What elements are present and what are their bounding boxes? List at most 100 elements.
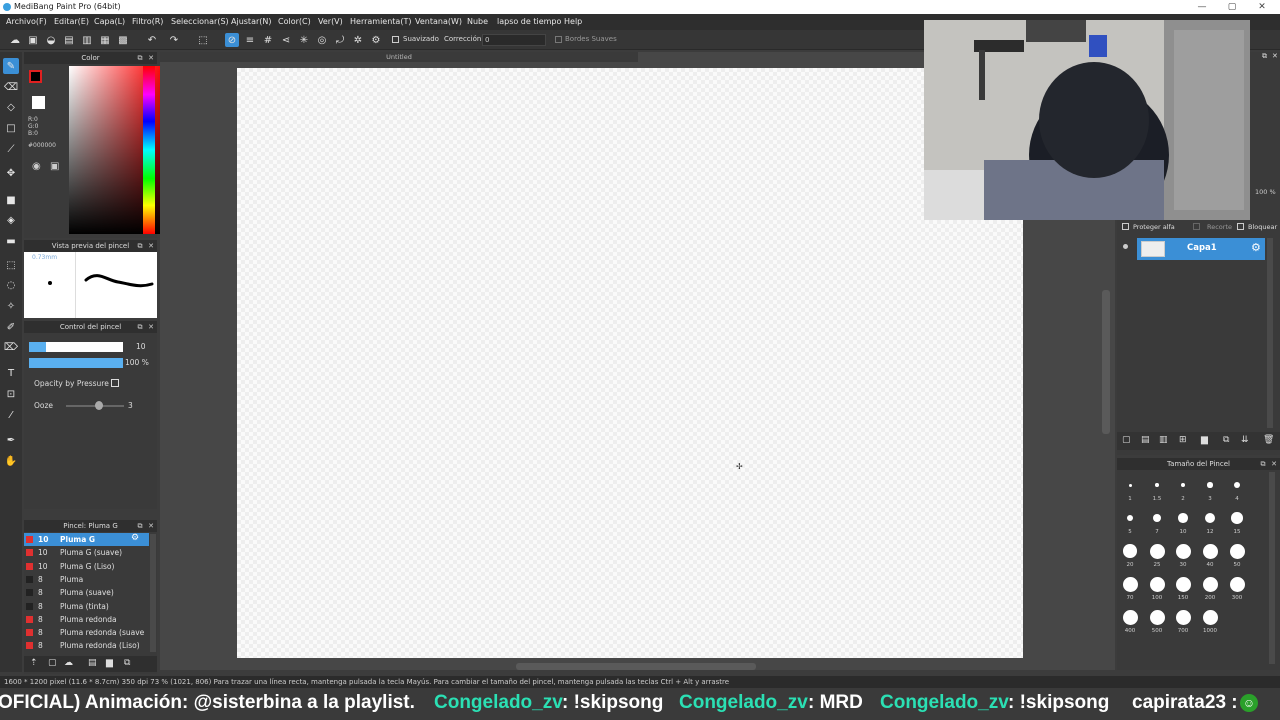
text-tool-icon[interactable]: T — [3, 365, 19, 381]
brush-list-item[interactable]: 8 Pluma redonda (Liso) — [24, 639, 149, 652]
close-button[interactable]: ✕ — [1248, 0, 1276, 14]
open-file-icon[interactable]: ▥ — [80, 33, 94, 47]
close-panel-icon[interactable]: ✕ — [1272, 52, 1278, 60]
layer-row[interactable]: Capa1 ⚙ — [1137, 238, 1265, 260]
hand-tool-icon[interactable]: ✋ — [3, 453, 19, 469]
hue-slider[interactable] — [143, 66, 155, 234]
select-eraser-tool-icon[interactable]: ⌦ — [3, 339, 19, 355]
recorte-checkbox[interactable] — [1193, 223, 1200, 230]
size-scrollbar[interactable] — [1269, 472, 1275, 664]
snap-vanish-icon[interactable]: ✲ — [351, 33, 365, 47]
menu-nube[interactable]: Nube — [467, 17, 488, 26]
snap-circle-icon[interactable]: ◎ — [315, 33, 329, 47]
brush-size-dot[interactable] — [1153, 514, 1161, 522]
brush-list-item[interactable]: 8 Pluma redonda (suave — [24, 626, 149, 639]
brush-size-dot[interactable] — [1180, 482, 1186, 488]
menu-seleccionar[interactable]: Seleccionar(S) — [171, 17, 229, 26]
redo-icon[interactable]: ↷ — [167, 33, 181, 47]
undock-icon[interactable]: ⧉ — [135, 240, 145, 252]
deselect-icon[interactable]: ⬚ — [196, 33, 210, 47]
brush-size-dot[interactable] — [1123, 544, 1137, 558]
brush-size-dot[interactable] — [1178, 513, 1188, 523]
menu-editar[interactable]: Editar(E) — [54, 17, 89, 26]
settings-icon[interactable]: ⚙ — [369, 33, 383, 47]
eyedropper-tool-icon[interactable]: ✒ — [3, 432, 19, 448]
menu-ajustar[interactable]: Ajustar(N) — [231, 17, 272, 26]
brush-tool-icon[interactable]: ✎ — [3, 58, 19, 74]
menu-color[interactable]: Color(C) — [278, 17, 311, 26]
brush-list-item[interactable]: 8 Pluma redonda — [24, 613, 149, 626]
bordes-checkbox[interactable] — [555, 36, 562, 43]
shape-tool-icon[interactable]: □ — [3, 120, 19, 136]
bloquear-checkbox[interactable] — [1237, 223, 1244, 230]
layer-scrollbar[interactable] — [1267, 238, 1273, 428]
brush-size-dot[interactable] — [1229, 543, 1245, 559]
undock-icon[interactable]: ⧉ — [135, 52, 145, 64]
foreground-color-swatch[interactable] — [29, 70, 42, 83]
brush-add-icon[interactable]: ▢ — [48, 658, 57, 668]
vertical-scrollbar[interactable] — [1102, 290, 1110, 434]
brush-list-item[interactable]: 10 Pluma G ⚙ — [24, 533, 149, 546]
snap-off-icon[interactable]: ⊘ — [225, 33, 239, 47]
brush-size-dot[interactable] — [1149, 543, 1165, 559]
close-panel-icon[interactable]: ✕ — [146, 240, 156, 252]
menu-help[interactable]: Help — [564, 17, 582, 26]
menu-lapso[interactable]: lapso de tiempo — [497, 17, 561, 26]
brush-size-dot[interactable] — [1149, 576, 1165, 592]
visibility-icon[interactable] — [1123, 244, 1128, 249]
undock-icon[interactable]: ⧉ — [135, 321, 145, 333]
brush-list-item[interactable]: 8 Pluma (suave) — [24, 586, 149, 599]
brush-size-dot[interactable] — [1155, 483, 1159, 487]
dropper-tool-icon[interactable]: ⁄ — [3, 407, 19, 423]
brush-size-dot[interactable] — [1175, 576, 1191, 592]
new-layer-1bit-icon[interactable]: ▥ — [1159, 435, 1168, 445]
undock-icon[interactable]: ⧉ — [135, 520, 145, 532]
menu-ver[interactable]: Ver(V) — [318, 17, 343, 26]
maximize-button[interactable]: ▢ — [1218, 0, 1246, 14]
select-pen-tool-icon[interactable]: ✐ — [3, 319, 19, 335]
proteger-checkbox[interactable] — [1122, 223, 1129, 230]
new-layer-8bit-icon[interactable]: ▤ — [1141, 435, 1150, 445]
brush-size-dot[interactable] — [1128, 483, 1132, 487]
document-tab[interactable]: Untitled — [160, 52, 638, 62]
opacity-slider[interactable] — [29, 358, 123, 368]
snap-cross-icon[interactable]: ✳ — [297, 33, 311, 47]
undo-icon[interactable]: ↶ — [145, 33, 159, 47]
new-layer-icon[interactable]: ▢ — [1122, 435, 1131, 445]
brush-cloud-icon[interactable]: ☁ — [64, 658, 73, 668]
color-history-icon[interactable]: ▣ — [50, 161, 59, 172]
brush-folder-icon[interactable]: ▆ — [106, 658, 113, 668]
opacity-pressure-checkbox[interactable] — [111, 379, 119, 387]
brush-size-dot[interactable] — [1122, 609, 1138, 625]
merge-layer-icon[interactable]: ⇊ — [1241, 435, 1249, 445]
suavizado-checkbox[interactable] — [392, 36, 399, 43]
brush-size-dot[interactable] — [1229, 576, 1245, 592]
brush-size-dot[interactable] — [1149, 609, 1165, 625]
brush-size-dot[interactable] — [1231, 512, 1243, 524]
background-color-swatch[interactable] — [32, 96, 45, 109]
export-icon[interactable]: ▦ — [98, 33, 112, 47]
magic-wand-tool-icon[interactable]: ✧ — [3, 298, 19, 314]
close-panel-icon[interactable]: ✕ — [1269, 458, 1279, 470]
eraser2-tool-icon[interactable]: ◇ — [3, 99, 19, 115]
add-menu-icon[interactable]: ⊞ — [1179, 435, 1187, 445]
cloud-icon[interactable]: ☁ — [8, 33, 22, 47]
ooze-slider-thumb[interactable] — [95, 401, 103, 410]
drawing-canvas[interactable] — [237, 68, 1023, 658]
snap-parallel-icon[interactable]: ≡ — [243, 33, 257, 47]
brush-settings-icon[interactable]: ⚙ — [131, 533, 139, 543]
move-tool-icon[interactable]: ✥ — [3, 165, 19, 181]
brush-list-item[interactable]: 10 Pluma G (suave) — [24, 546, 149, 559]
brush-up-icon[interactable]: ⇡ — [30, 658, 38, 668]
undock-icon[interactable]: ⧉ — [1262, 52, 1267, 61]
brush-page-icon[interactable]: ▤ — [88, 658, 97, 668]
new-file-icon[interactable]: ▤ — [62, 33, 76, 47]
grid-icon[interactable]: ▩ — [116, 33, 130, 47]
brush-size-dot[interactable] — [1122, 576, 1138, 592]
delete-layer-icon[interactable]: 🗑 — [1263, 435, 1274, 445]
line-tool-icon[interactable]: ⟋ — [3, 141, 19, 157]
panel-tool-icon[interactable]: ⊡ — [3, 386, 19, 402]
brush-size-dot[interactable] — [1175, 543, 1191, 559]
layer-settings-icon[interactable]: ⚙ — [1251, 241, 1261, 254]
brush-size-dot[interactable] — [1175, 609, 1191, 625]
